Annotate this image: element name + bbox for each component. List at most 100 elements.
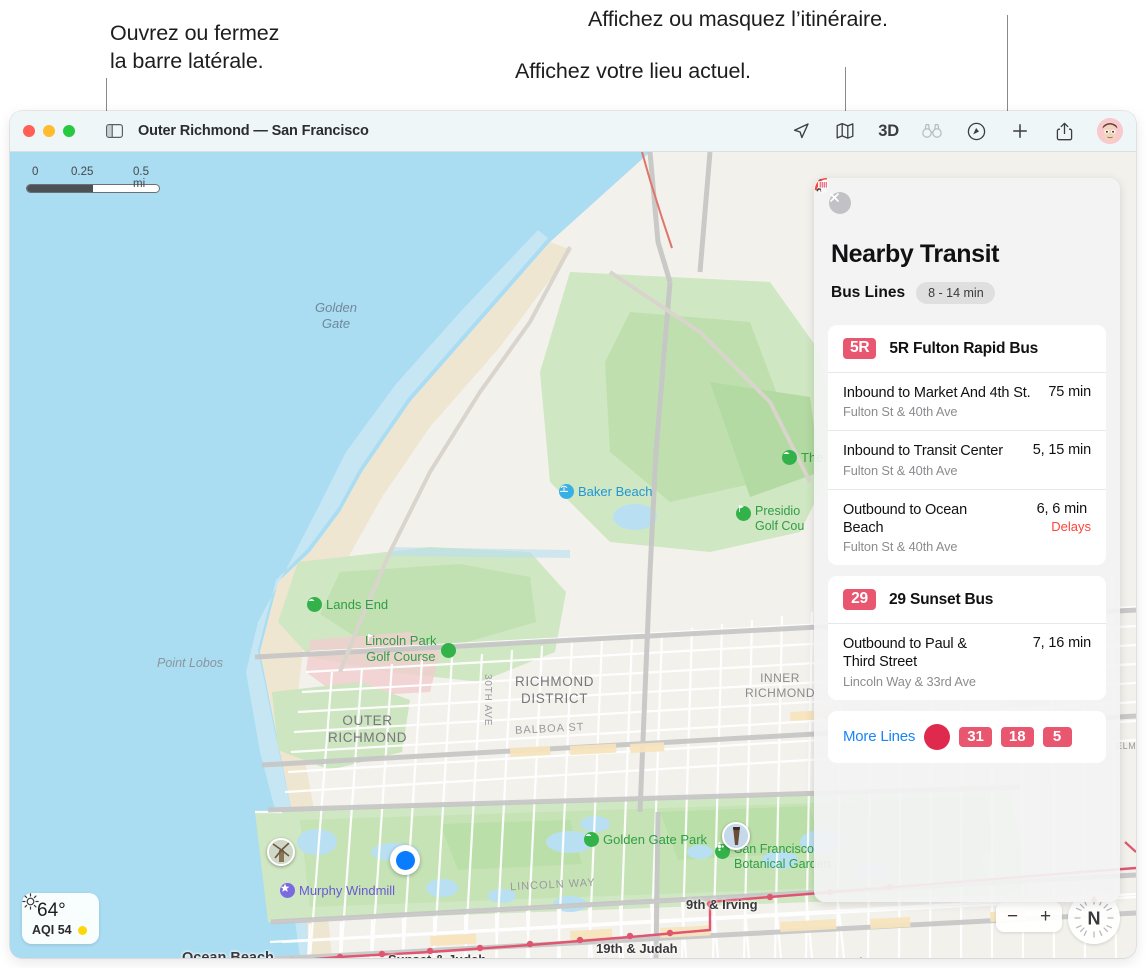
departure-direction: Outbound to Paul & Third Street [843,636,967,671]
transit-line-card[interactable]: 5R 5R Fulton Rapid Bus Inbound to Market… [814,178,1106,566]
golf-icon [368,633,456,658]
annotation-sidebar: Ouvrez ou fermez la barre latérale. [110,21,280,73]
line-header: 5R 5R Fulton Rapid Bus [828,325,1106,372]
three-d-button[interactable]: 3D [878,122,899,141]
scale-tick-2: 0.5 mi [133,166,149,190]
nearby-transit-panel: Nearby Transit Bus Lines 8 - 14 min 5R 5… [814,178,1120,902]
transit-line-card[interactable]: 29 29 Sunset Bus Outbound to Paul & Thir… [828,576,1106,700]
transit-stop-label: Sunset & Judah [388,952,486,958]
weather-temperature: 64° [37,900,66,921]
route-badge: 5R [843,338,877,359]
golf-icon [736,504,751,521]
departure-row[interactable]: Outbound to Paul & Third Street Lincoln … [828,623,1106,700]
maps-window: Outer Richmond — San Francisco 3D Golden… [10,111,1136,958]
transit-stop-label: 9th & Irving [686,897,758,912]
map-poi-presidio-golf-course[interactable]: Presidio Golf Cou [736,504,804,534]
walk-time-badge: 8 - 14 min [815,178,995,304]
sidebar-toggle-icon[interactable] [104,121,124,141]
park-icon [307,597,322,612]
annotation-itinerary: Affichez ou masquez l’itinéraire. [588,7,888,31]
account-avatar[interactable] [1097,118,1123,144]
map-mode-icon[interactable] [834,120,856,142]
scale-tick-1: 0.25 [71,166,94,178]
delay-status: Delays [1051,518,1091,534]
departure-direction: Outbound to Ocean Beach [843,501,968,536]
bus-icon: BUS [818,181,951,750]
annotation-location: Affichez votre lieu actuel. [515,59,751,83]
map-label-point-lobos: Point Lobos [157,656,224,670]
departure-stop: Lincoln Way & 33rd Ave [843,673,976,689]
zoom-in-button[interactable]: + [1040,906,1051,928]
line-header: 29 29 Sunset Bus [828,576,1106,623]
add-button[interactable] [1009,120,1031,142]
map-label-richmond-district: RICHMOND DISTRICT [515,674,595,707]
share-icon[interactable] [1053,120,1075,142]
air-quality-index: AQI 54 [32,923,72,937]
departure-direction: Inbound to Market And 4th St. [843,385,1031,401]
departure-stop: Fulton St & 40th Ave [843,539,958,555]
departure-time: 75 min [1048,384,1091,400]
panel-subheader: Bus Lines 8 - 14 min [815,178,1103,304]
route-name: 5R Fulton Rapid Bus [889,339,1039,357]
departure-row[interactable]: Outbound to Ocean Beach Fulton St & 40th… [814,178,1106,566]
map-label-inner-richmond: INNER RICHMOND [745,671,815,701]
map-pin-tower[interactable] [722,822,750,850]
aqi-status-dot [77,925,87,935]
departure-time: 6, 6 min [1036,500,1088,517]
transit-stop-label: Ocean Beach [182,950,274,958]
departure-direction: Inbound to Transit Center [843,443,1003,460]
map-poi-golden-gate-park[interactable]: Golden Gate Park [584,832,707,847]
line-badge[interactable]: 31 [959,726,992,747]
close-panel-button[interactable] [829,192,851,214]
current-location-dot [390,845,420,875]
weather-widget[interactable]: 64° AQI 54 [22,893,99,944]
map-poi-murphy-windmill[interactable]: Murphy Windmill [280,883,395,898]
beach-icon [559,484,574,499]
more-lines-link[interactable]: More Lines [843,728,915,745]
map-poi-baker-beach[interactable]: Baker Beach [559,484,652,499]
map-label-outer-richmond: OUTER RICHMOND [328,713,408,746]
line-badge[interactable]: 5 [1042,726,1072,747]
annotation-itinerary-leader [1007,15,1008,120]
svg-text:N: N [1088,909,1101,929]
bus-lines-heading: Bus Lines [831,284,906,301]
park-icon [782,450,797,465]
departure-time: 7, 16 min [1032,635,1091,652]
close-window-button[interactable] [23,125,35,137]
window-controls [23,125,75,137]
scale-tick-0: 0 [32,166,39,178]
route-name: 29 Sunset Bus [889,590,994,608]
window-title: Outer Richmond — San Francisco [138,123,369,139]
maximize-window-button[interactable] [63,125,75,137]
map-canvas[interactable]: Golden Gate Point Lobos Baker Beach Ocea… [10,152,1136,958]
park-icon [584,832,599,847]
toolbar-actions: 3D [790,118,1123,144]
panel-header: Nearby Transit Bus Lines 8 - 14 min [814,178,1120,304]
transit-lines-list: 5R 5R Fulton Rapid Bus Inbound to Market… [814,178,1120,763]
binoculars-icon[interactable] [921,120,943,142]
map-poi-lincoln-park-golf-course[interactable]: Lincoln Park Golf Course [365,633,456,664]
map-label-golden-gate: Golden Gate [315,300,357,331]
departure-row[interactable]: Inbound to Market And 4th St. Fulton St … [828,372,1106,430]
window-titlebar: Outer Richmond — San Francisco 3D [10,111,1136,152]
map-poi-lands-end[interactable]: Lands End [307,597,388,612]
line-badge[interactable]: 18 [1000,726,1034,747]
map-label-30th-ave: 30TH AVE [482,674,493,727]
walk-time-text: 8 - 14 min [928,286,984,300]
map-pin-windmill[interactable] [267,838,295,866]
minimize-window-button[interactable] [43,125,55,137]
location-arrow-icon[interactable] [790,120,812,142]
transit-stop-label: 19th & Judah [596,941,678,956]
zoom-controls[interactable]: − + [996,902,1062,932]
departure-stop: Fulton St & 40th Ave [843,462,958,478]
departure-row[interactable]: Inbound to Transit Center Fulton St & 40… [828,430,1106,488]
transit-directions-icon[interactable] [965,120,987,142]
panel-title: Nearby Transit [831,240,1000,268]
zoom-out-button[interactable]: − [1007,906,1018,928]
route-badge: 29 [843,589,876,611]
map-scale-bar: 0 0.25 0.5 mi [26,166,160,193]
departure-stop: Fulton St & 40th Ave [843,404,958,420]
landmark-star-icon [280,883,295,898]
more-lines-card[interactable]: More Lines BUS 31 18 5 [818,181,1106,763]
departure-time: 5, 15 min [1032,442,1091,459]
